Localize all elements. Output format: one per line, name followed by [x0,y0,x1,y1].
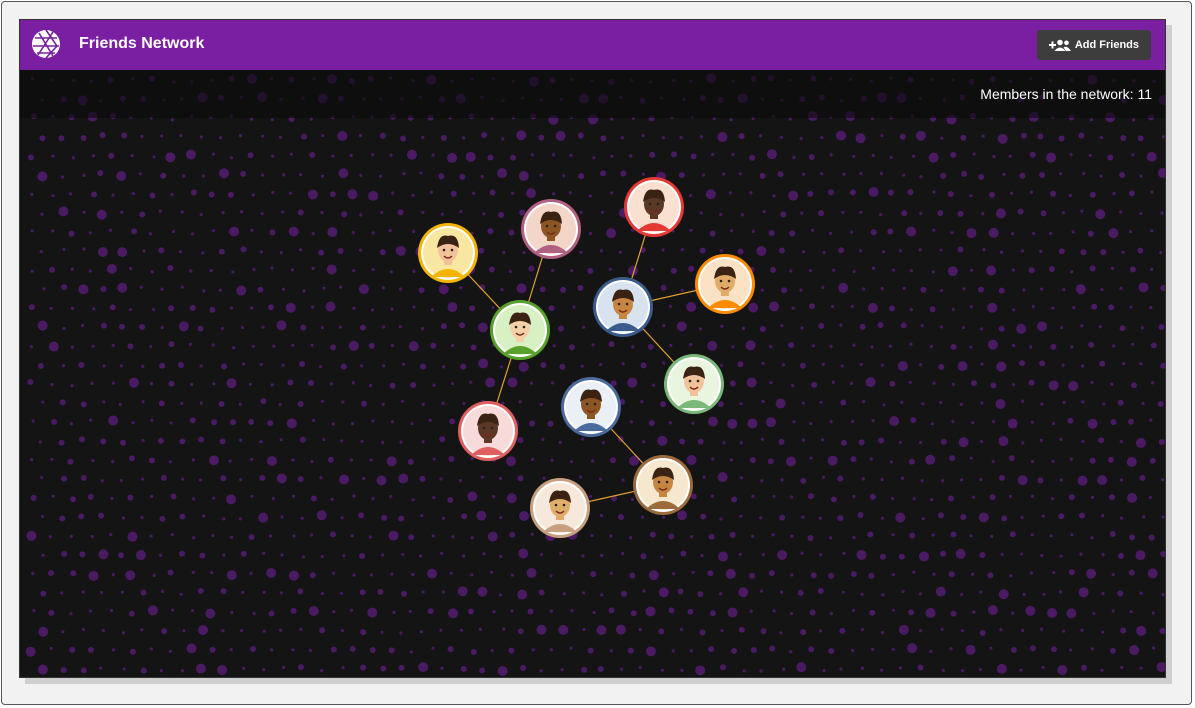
member-node[interactable] [695,254,755,314]
member-node[interactable] [490,300,550,360]
member-node[interactable] [633,455,693,515]
app-title: Friends Network [79,35,205,52]
member-node[interactable] [593,277,653,337]
member-node[interactable] [521,199,581,259]
network-canvas[interactable]: Members in the network: 11 [20,70,1166,678]
geometric-sphere-logo-icon [32,29,60,59]
add-friends-button[interactable]: Add Friends [1036,30,1151,60]
member-node[interactable] [530,478,590,538]
add-friends-label: Add Friends [1074,39,1139,51]
member-node[interactable] [418,223,478,283]
member-node[interactable] [624,177,684,237]
member-node[interactable] [458,401,518,461]
member-node[interactable] [561,377,621,437]
add-people-icon [1048,39,1071,51]
member-node[interactable] [664,354,724,414]
app-window: Friends Network Add Friends Members in t… [19,19,1166,678]
app-header: Friends Network Add Friends [20,20,1165,70]
friends-graph[interactable] [20,70,1166,678]
